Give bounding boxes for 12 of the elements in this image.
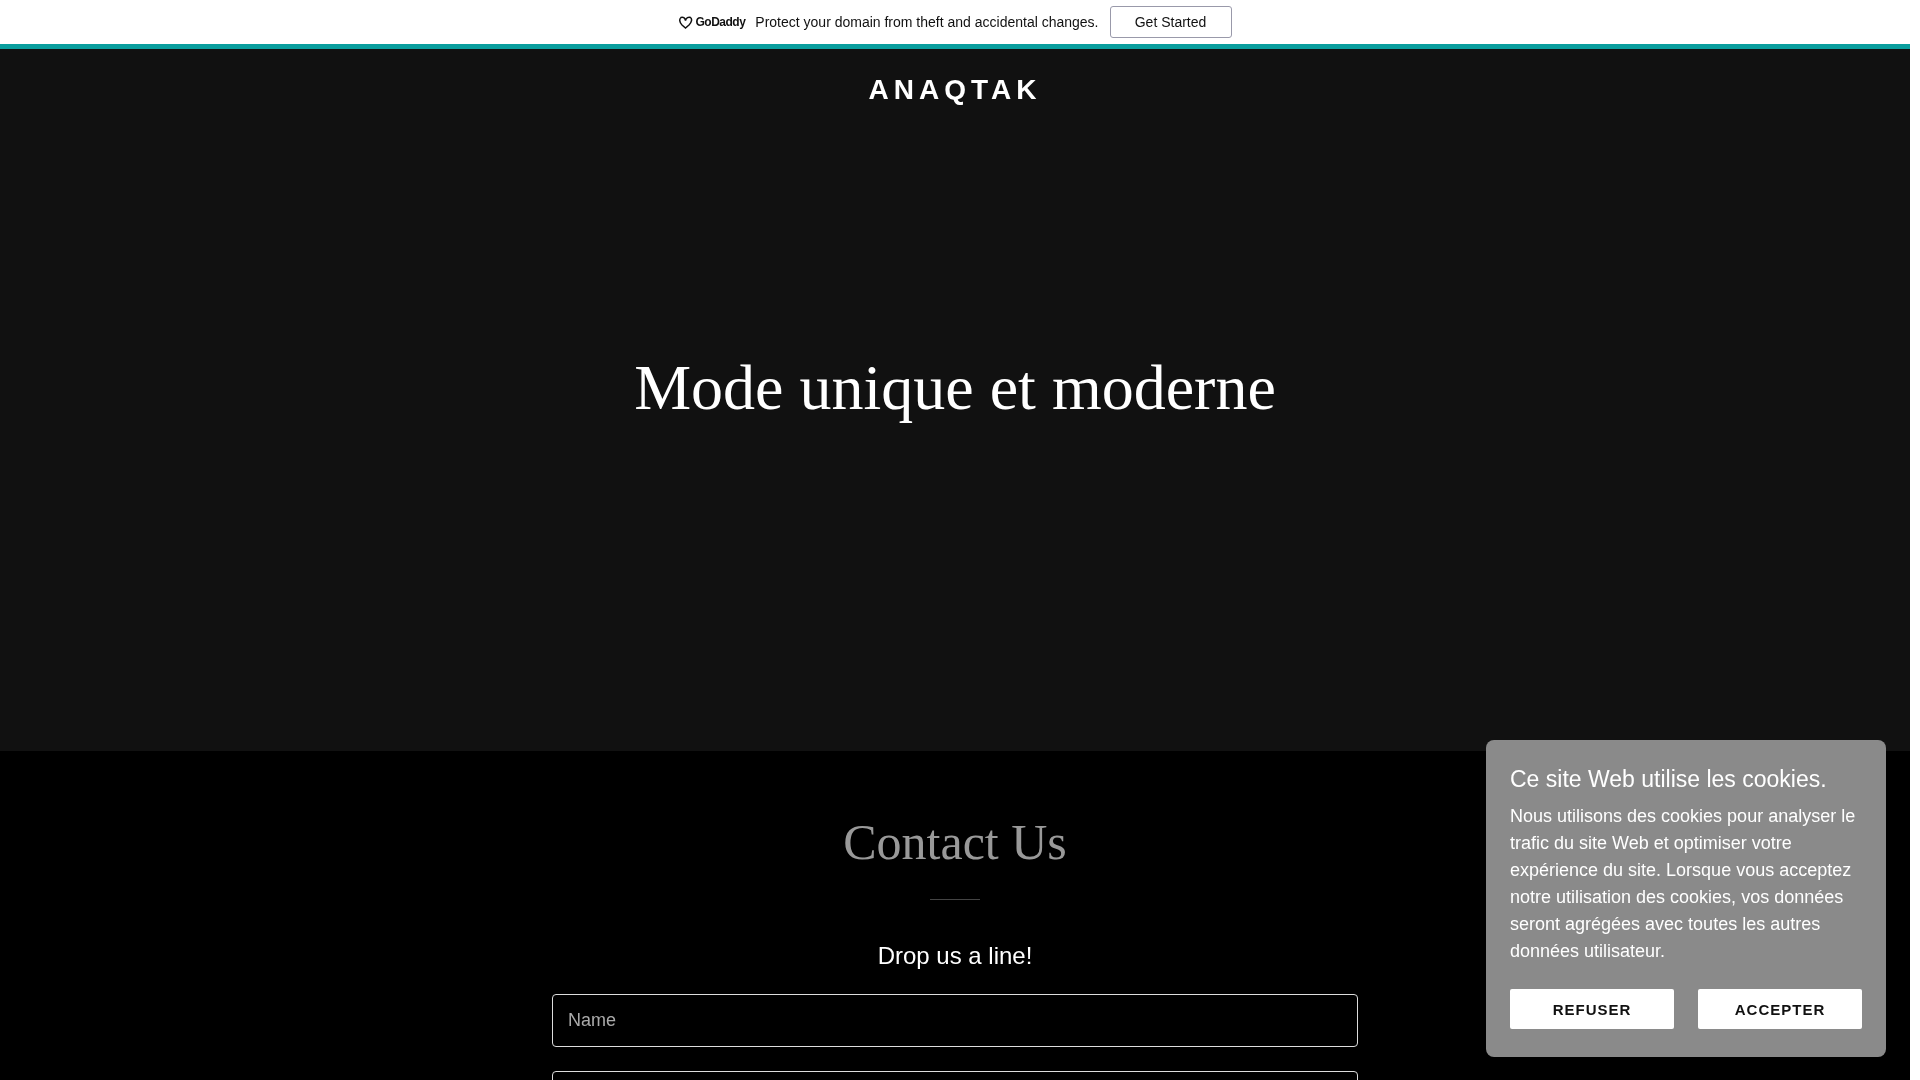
cookie-title: Ce site Web utilise les cookies. <box>1510 766 1828 793</box>
cookie-button[interactable]: ACCEPTER <box>1698 989 1862 1029</box>
contact-subtitle: Drop us a line! <box>877 942 1033 970</box>
brand-name: GoDaddy <box>695 15 746 29</box>
input-field[interactable]: Name <box>552 994 1358 1047</box>
site-title[interactable]: ANAQTAK <box>868 74 1042 106</box>
cookie-message: Nous utilisons des cookies pour analyser le trafic du site Web et optimiser votre expérience du site. Lorsque vous acceptez notre utilisation des cookies, vos données seront agrégées avec toutes les autres données utilisateur. <box>1510 805 1857 963</box>
cookie-button[interactable]: REFUSER <box>1510 989 1674 1029</box>
hero-headline: Mode unique et moderne <box>634 351 1276 425</box>
get-started-button[interactable]: Get Started <box>1109 6 1232 38</box>
contact-title: Contact Us <box>843 813 1067 871</box>
promo-message: Protect your domain from theft and accidental changes. <box>755 14 1099 30</box>
